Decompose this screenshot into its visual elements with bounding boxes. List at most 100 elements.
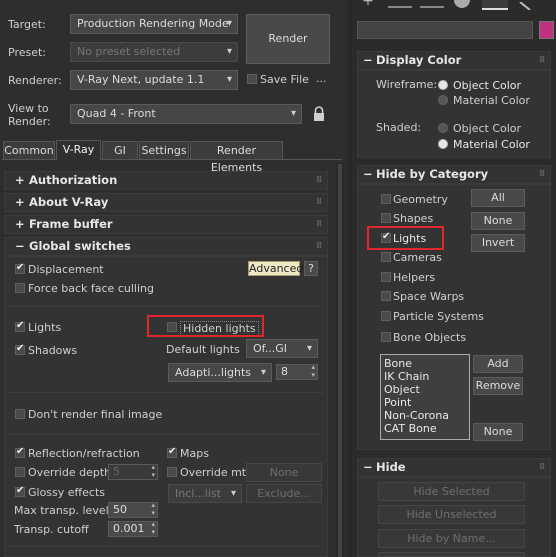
hide-by-name-button[interactable]: Hide by Name...	[378, 529, 525, 548]
hide-unselected-button[interactable]: Hide Unselected	[378, 505, 525, 524]
rollout-authorization[interactable]: + Authorization ⁞⁞	[4, 171, 328, 190]
add-button[interactable]: Add	[473, 355, 523, 373]
object-name-field[interactable]	[357, 21, 533, 39]
wireframe-material-color-radio[interactable]	[438, 95, 448, 105]
command-panel-tab-hierarchy[interactable]	[420, 0, 444, 8]
override-mtl-checkbox[interactable]	[167, 467, 177, 477]
tab-gi[interactable]: GI	[102, 141, 138, 160]
reflection-refraction-checkbox[interactable]	[15, 446, 25, 458]
category-space-warps-checkbox[interactable]	[381, 291, 391, 301]
lock-icon[interactable]	[312, 106, 326, 122]
override-depth-label: Override depth	[28, 466, 112, 479]
displacement-label: Displacement	[28, 263, 104, 276]
all-button[interactable]: All	[471, 189, 525, 207]
help-button[interactable]: ?	[304, 261, 318, 276]
divider	[8, 546, 324, 547]
tab-common[interactable]: Common	[3, 141, 55, 160]
category-geometry-checkbox[interactable]	[381, 194, 391, 204]
category-bone-objects-checkbox[interactable]	[381, 332, 391, 342]
force-back-face-culling-checkbox[interactable]	[15, 283, 25, 293]
tab-render-elements[interactable]: Render Elements	[190, 141, 283, 174]
shaded-object-color-radio[interactable]	[438, 123, 448, 133]
wireframe-material-color-label: Material Color	[453, 94, 530, 107]
category-helpers-checkbox[interactable]	[381, 272, 391, 282]
reflection-refraction-label: Reflection/refraction	[28, 447, 140, 460]
invert-button[interactable]: Invert	[471, 234, 525, 252]
override-mtl-none-button[interactable]: None	[246, 463, 322, 482]
list-item[interactable]: Point	[384, 396, 466, 409]
list-item[interactable]: IK Chain Object	[384, 370, 466, 396]
category-shapes-label: Shapes	[393, 212, 434, 225]
wireframe-object-color-radio[interactable]	[438, 80, 448, 90]
grip-icon: ⁞⁞	[316, 197, 322, 207]
save-file-checkbox[interactable]	[247, 74, 257, 84]
list-item[interactable]: Bone	[384, 357, 466, 370]
command-panel-tab-display[interactable]	[482, 0, 508, 10]
max-transp-levels-spinner[interactable]: 50	[108, 501, 158, 518]
object-color-swatch[interactable]	[539, 21, 554, 39]
rollout-frame-buffer[interactable]: + Frame buffer ⁞⁞	[4, 215, 328, 234]
maps-label: Maps	[180, 447, 209, 460]
shaded-object-color-label: Object Color	[453, 122, 522, 135]
category-cameras-checkbox[interactable]	[381, 252, 391, 262]
list-none-button[interactable]: None	[473, 423, 523, 441]
adaptive-lights-count-spinner[interactable]: 8	[276, 363, 318, 380]
shaded-material-color-radio[interactable]	[438, 139, 448, 149]
tab-v-ray[interactable]: V-Ray	[56, 140, 101, 160]
divider	[8, 434, 324, 435]
category-cameras-label: Cameras	[393, 251, 442, 264]
default-lights-dropdown[interactable]: Of...GI	[246, 339, 318, 358]
list-item[interactable]: Non-Corona	[384, 409, 466, 422]
wrench-icon	[519, 1, 531, 11]
tab-settings[interactable]: Settings	[139, 141, 189, 160]
dont-render-final-image-checkbox[interactable]	[15, 409, 25, 419]
override-depth-spinner[interactable]: 5	[108, 463, 158, 480]
category-particle-systems-checkbox[interactable]	[381, 311, 391, 321]
collapse-icon: −	[15, 239, 25, 253]
grip-icon: ⁞⁞	[539, 55, 545, 65]
grip-icon: ⁞⁞	[316, 241, 322, 251]
expand-icon: +	[15, 195, 25, 209]
command-panel-tab-modify[interactable]	[388, 0, 412, 8]
render-settings-scroll-thumb[interactable]	[338, 164, 342, 557]
preset-label: Preset:	[8, 46, 47, 59]
lights-checkbox[interactable]	[15, 320, 25, 332]
filter-list-box[interactable]: Bone IK Chain Object Point Non-Corona CA…	[380, 354, 470, 440]
command-panel-tab-utilities[interactable]	[516, 0, 538, 11]
renderer-label: Renderer:	[8, 74, 62, 87]
rollout-hide[interactable]: − Hide ⁞⁞	[357, 458, 551, 477]
rollout-hide-by-category[interactable]: − Hide by Category ⁞⁞	[357, 165, 551, 184]
adaptive-lights-dropdown[interactable]: Adapti...lights	[168, 363, 272, 382]
command-panel-tab-create[interactable]: +	[356, 0, 380, 8]
save-file-label: Save File	[260, 73, 309, 86]
target-label: Target:	[8, 18, 46, 31]
exclude-button[interactable]: Exclude...	[246, 484, 322, 503]
override-mtl-label: Override mtl	[180, 466, 250, 479]
override-depth-checkbox[interactable]	[15, 467, 25, 477]
include-list-dropdown[interactable]: Incl...list	[168, 484, 242, 503]
rollout-display-color[interactable]: − Display Color ⁞⁞	[357, 51, 551, 70]
renderer-dropdown[interactable]: V-Ray Next, update 1.1	[70, 70, 238, 90]
rollout-global-switches[interactable]: − Global switches ⁞⁞	[4, 237, 328, 256]
displacement-checkbox[interactable]	[15, 262, 25, 274]
grip-icon: ⁞⁞	[539, 169, 545, 179]
remove-button[interactable]: Remove	[473, 377, 523, 395]
hide-selected-button[interactable]: Hide Selected	[378, 482, 525, 501]
rollout-about-v-ray[interactable]: + About V-Ray ⁞⁞	[4, 193, 328, 212]
category-shapes-checkbox[interactable]	[381, 213, 391, 223]
transp-cutoff-spinner[interactable]: 0.001	[108, 520, 158, 537]
target-dropdown[interactable]: Production Rendering Mode	[70, 14, 238, 34]
divider	[8, 306, 324, 307]
hidden-lights-highlight	[147, 315, 264, 337]
shadows-checkbox[interactable]	[15, 343, 25, 355]
view-to-render-dropdown[interactable]: Quad 4 - Front	[70, 104, 302, 124]
list-item[interactable]: CAT Bone	[384, 422, 466, 435]
advanced-mode-button[interactable]: Advanced	[248, 261, 303, 276]
glossy-effects-checkbox[interactable]	[15, 485, 25, 497]
save-file-browse-button[interactable]: ...	[316, 72, 327, 85]
hide-by-hit-button[interactable]	[378, 552, 525, 557]
none-button[interactable]: None	[471, 212, 525, 230]
maps-checkbox[interactable]	[167, 446, 177, 458]
preset-dropdown[interactable]: No preset selected	[70, 42, 238, 62]
render-button[interactable]: Render	[246, 14, 330, 64]
